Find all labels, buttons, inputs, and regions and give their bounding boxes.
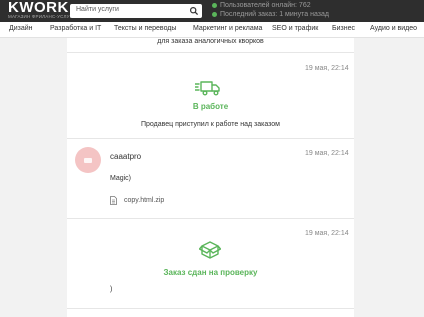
nav-item-texts[interactable]: Тексты и переводы (114, 25, 176, 32)
event-description: Продавец приступил к работе над заказом (140, 121, 280, 128)
search-icon[interactable] (189, 6, 199, 16)
delivery-truck-icon (195, 81, 220, 96)
order-track: для заказа аналогичных кворков 19 мая, 2… (67, 38, 354, 317)
nav-item-marketing[interactable]: Маркетинг и реклама (193, 25, 262, 32)
divider (67, 52, 354, 53)
event-title-submitted: Заказ сдан на проверку (163, 268, 258, 277)
divider (67, 218, 354, 219)
avatar[interactable] (75, 147, 101, 173)
last-order-stat: Последний заказ: 1 минута назад (212, 11, 329, 18)
message-text: Magic) (110, 175, 132, 182)
event-date: 19 мая, 22:14 (305, 65, 349, 72)
nav-item-development[interactable]: Разработка и IT (50, 25, 101, 32)
message-date: 19 мая, 22:14 (305, 150, 349, 157)
category-nav: Дизайн Разработка и IT Тексты и переводы… (0, 22, 424, 38)
nav-item-seo[interactable]: SEO и трафик (272, 25, 318, 32)
divider (67, 138, 354, 139)
kwork-logo[interactable]: KWORK (8, 0, 69, 15)
search-placeholder: Найти услуги (76, 6, 119, 13)
nav-item-audio-video[interactable]: Аудио и видео (370, 25, 417, 32)
logo-tagline: МАГАЗИН ФРИЛАНС-УСЛУГ (8, 14, 73, 19)
message-text: ) (110, 286, 113, 293)
status-dot-icon (212, 2, 217, 8)
event-title-in-progress: В работе (192, 102, 229, 111)
online-users-stat: Пользователей онлайн: 762 (212, 2, 311, 9)
file-icon (110, 196, 117, 205)
username[interactable]: caaatpro (110, 152, 141, 161)
box-icon (199, 241, 221, 259)
event-date: 19 мая, 22:14 (305, 230, 349, 237)
nav-item-business[interactable]: Бизнес (332, 25, 355, 32)
top-note: для заказа аналогичных кворков (157, 38, 264, 45)
divider (67, 308, 354, 309)
search-input[interactable]: Найти услуги (70, 4, 202, 18)
status-dot-icon (212, 11, 217, 17)
nav-item-design[interactable]: Дизайн (9, 25, 33, 32)
top-header: KWORK МАГАЗИН ФРИЛАНС-УСЛУГ Найти услуги… (0, 0, 424, 22)
attachment-link[interactable]: copy.html.zip (124, 197, 164, 204)
